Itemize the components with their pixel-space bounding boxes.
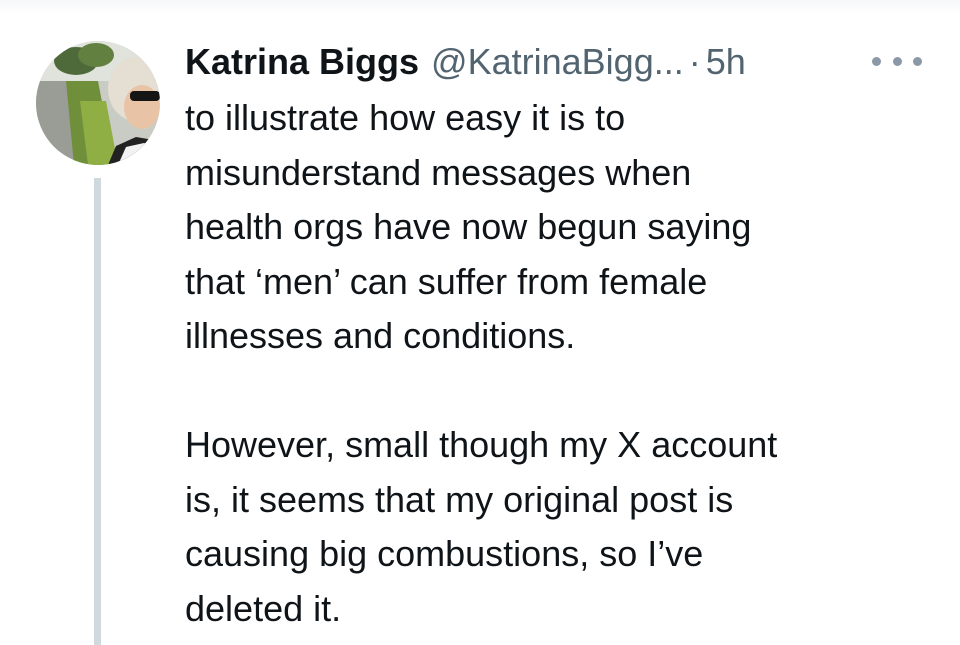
tweet-line: that ‘men’ can suffer from female [185,260,708,302]
tweet-line: deleted it. [185,587,342,629]
tweet-line: However, small though my X account [185,424,778,465]
author-handle[interactable]: @KatrinaBigg... [431,40,684,84]
tweet-line: is, it seems that my original post is [185,478,734,520]
tweet-line: causing big combustions, so I’ve [185,533,704,574]
avatar-photo-icon [36,41,160,165]
top-edge-divider [0,0,960,14]
tweet-header: Katrina Biggs @KatrinaBigg... · 5h [185,40,746,84]
tweet-line: to illustrate how easy it is to [185,97,626,138]
tweet-paragraph: to illustrate how easy it is to misunder… [185,91,925,364]
separator-dot: · [688,41,701,82]
avatar[interactable] [36,41,160,165]
author-name[interactable]: Katrina Biggs [185,40,419,84]
ellipsis-icon [892,56,902,66]
ellipsis-icon [913,56,922,66]
tweet-text: to illustrate how easy it is to misunder… [185,91,925,636]
tweet-line: illnesses and conditions. [185,315,576,356]
timestamp[interactable]: 5h [706,40,746,84]
tweet-paragraph: However, small though my X account is, i… [185,418,925,636]
more-options-button[interactable] [872,46,922,76]
ellipsis-icon [872,56,881,66]
tweet-line: health orgs have now begun saying [185,206,752,247]
thread-line [94,178,101,645]
tweet-line: misunderstand messages when [185,151,692,193]
